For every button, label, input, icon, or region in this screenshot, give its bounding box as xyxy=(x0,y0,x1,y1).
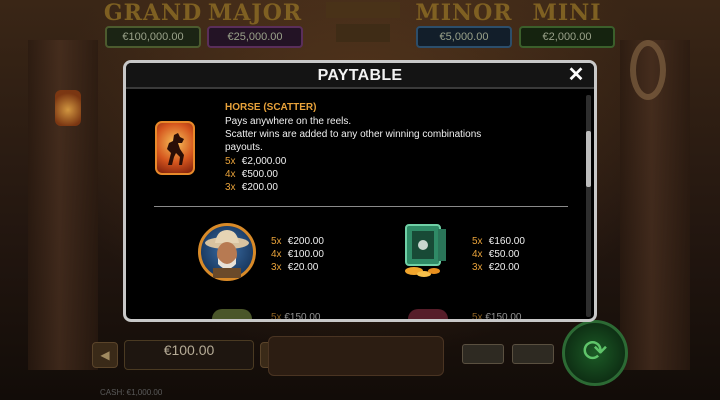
payout: €160.00 xyxy=(488,236,525,247)
cowboy-pay-3x: 3x €20.00 xyxy=(271,261,318,274)
paytable-modal: PAYTABLE ✕ HORSE (SCATTER) Pays anywhere… xyxy=(123,60,597,322)
jackpot-bar: GRAND €100,000.00 MAJOR €25,000.00 MINOR… xyxy=(0,0,720,50)
multiplier: 4x xyxy=(271,249,282,260)
next-row-pay-right: 5x €150.00 xyxy=(472,311,522,322)
multiplier: 3x xyxy=(472,262,483,273)
scatter-pay-4x: 4x €500.00 xyxy=(225,168,278,181)
lantern-icon xyxy=(55,90,81,126)
jackpot-grand-title: GRAND xyxy=(103,0,203,26)
jackpot-grand: GRAND €100,000.00 xyxy=(103,0,203,48)
safe-pay-5x: 5x €160.00 xyxy=(472,235,525,248)
money-symbol-icon xyxy=(212,309,252,319)
jackpot-grand-value: €100,000.00 xyxy=(105,26,201,48)
safe-pay-3x: 3x €20.00 xyxy=(472,261,519,274)
message-panel xyxy=(268,336,444,376)
payout: €50.00 xyxy=(488,249,520,260)
bet-label xyxy=(125,359,253,369)
payout: €20.00 xyxy=(287,262,319,273)
safe-pay-4x: 4x €50.00 xyxy=(472,248,519,261)
multiplier: 5x xyxy=(271,312,282,322)
game-logo xyxy=(318,0,408,48)
spin-button[interactable]: ⟳ xyxy=(562,320,628,386)
multiplier: 5x xyxy=(472,236,483,247)
bet-decrease-button[interactable]: ◀ xyxy=(92,342,118,368)
multiplier: 3x xyxy=(271,262,282,273)
safe-symbol-icon xyxy=(402,221,454,279)
jackpot-major-value: €25,000.00 xyxy=(207,26,303,48)
jackpot-minor-value: €5,000.00 xyxy=(416,26,512,48)
payout: €20.00 xyxy=(488,262,520,273)
payout: €2,000.00 xyxy=(241,156,287,167)
jackpot-minor: MINOR €5,000.00 xyxy=(414,0,514,48)
jackpot-minor-title: MINOR xyxy=(415,0,513,26)
control-bar: ◀ €100.00 ▶ ⟳ xyxy=(90,320,630,386)
modal-header: PAYTABLE ✕ xyxy=(126,63,594,89)
multiplier: 3x xyxy=(225,182,236,193)
jackpot-mini: MINI €2,000.00 xyxy=(517,0,617,48)
scatter-description-2: Scatter wins are added to any other winn… xyxy=(225,129,482,153)
scatter-pay-5x: 5x €2,000.00 xyxy=(225,155,286,168)
section-divider xyxy=(154,206,568,207)
multiplier: 5x xyxy=(472,312,483,322)
cowboy-pay-5x: 5x €200.00 xyxy=(271,235,324,248)
cowboy-symbol-icon xyxy=(198,223,256,281)
jackpot-mini-title: MINI xyxy=(532,0,602,26)
paytable-scrollbar[interactable] xyxy=(586,95,591,317)
auto-button[interactable] xyxy=(512,344,554,364)
cash-balance: CASH: €1,000.00 xyxy=(100,388,163,397)
bet-display: €100.00 xyxy=(124,340,254,370)
jackpot-mini-value: €2,000.00 xyxy=(519,26,615,48)
close-icon: ✕ xyxy=(567,64,585,86)
payout: €150.00 xyxy=(485,312,522,322)
payout: €500.00 xyxy=(241,169,278,180)
cowboy-pay-4x: 4x €100.00 xyxy=(271,248,324,261)
horse-scatter-icon xyxy=(155,121,195,175)
scatter-description-1: Pays anywhere on the reels. xyxy=(225,116,352,127)
payout: €150.00 xyxy=(284,312,321,322)
pistols-symbol-icon xyxy=(408,309,448,319)
scatter-pay-3x: 3x €200.00 xyxy=(225,181,278,194)
multiplier: 4x xyxy=(472,249,483,260)
next-row-pay-left: 5x €150.00 xyxy=(271,311,321,322)
multiplier: 5x xyxy=(271,236,282,247)
turbo-button[interactable] xyxy=(462,344,504,364)
bet-value: €100.00 xyxy=(163,342,215,358)
spin-arrows-icon: ⟳ xyxy=(582,335,608,368)
payout: €200.00 xyxy=(287,236,324,247)
jackpot-major: MAJOR €25,000.00 xyxy=(205,0,305,48)
close-button[interactable]: ✕ xyxy=(566,65,586,85)
multiplier: 5x xyxy=(225,156,236,167)
payout: €100.00 xyxy=(287,249,324,260)
modal-title: PAYTABLE xyxy=(317,67,403,84)
scatter-title: HORSE (SCATTER) xyxy=(225,102,317,113)
scrollbar-thumb[interactable] xyxy=(586,131,591,187)
multiplier: 4x xyxy=(225,169,236,180)
jackpot-major-title: MAJOR xyxy=(207,0,303,26)
payout: €200.00 xyxy=(241,182,278,193)
